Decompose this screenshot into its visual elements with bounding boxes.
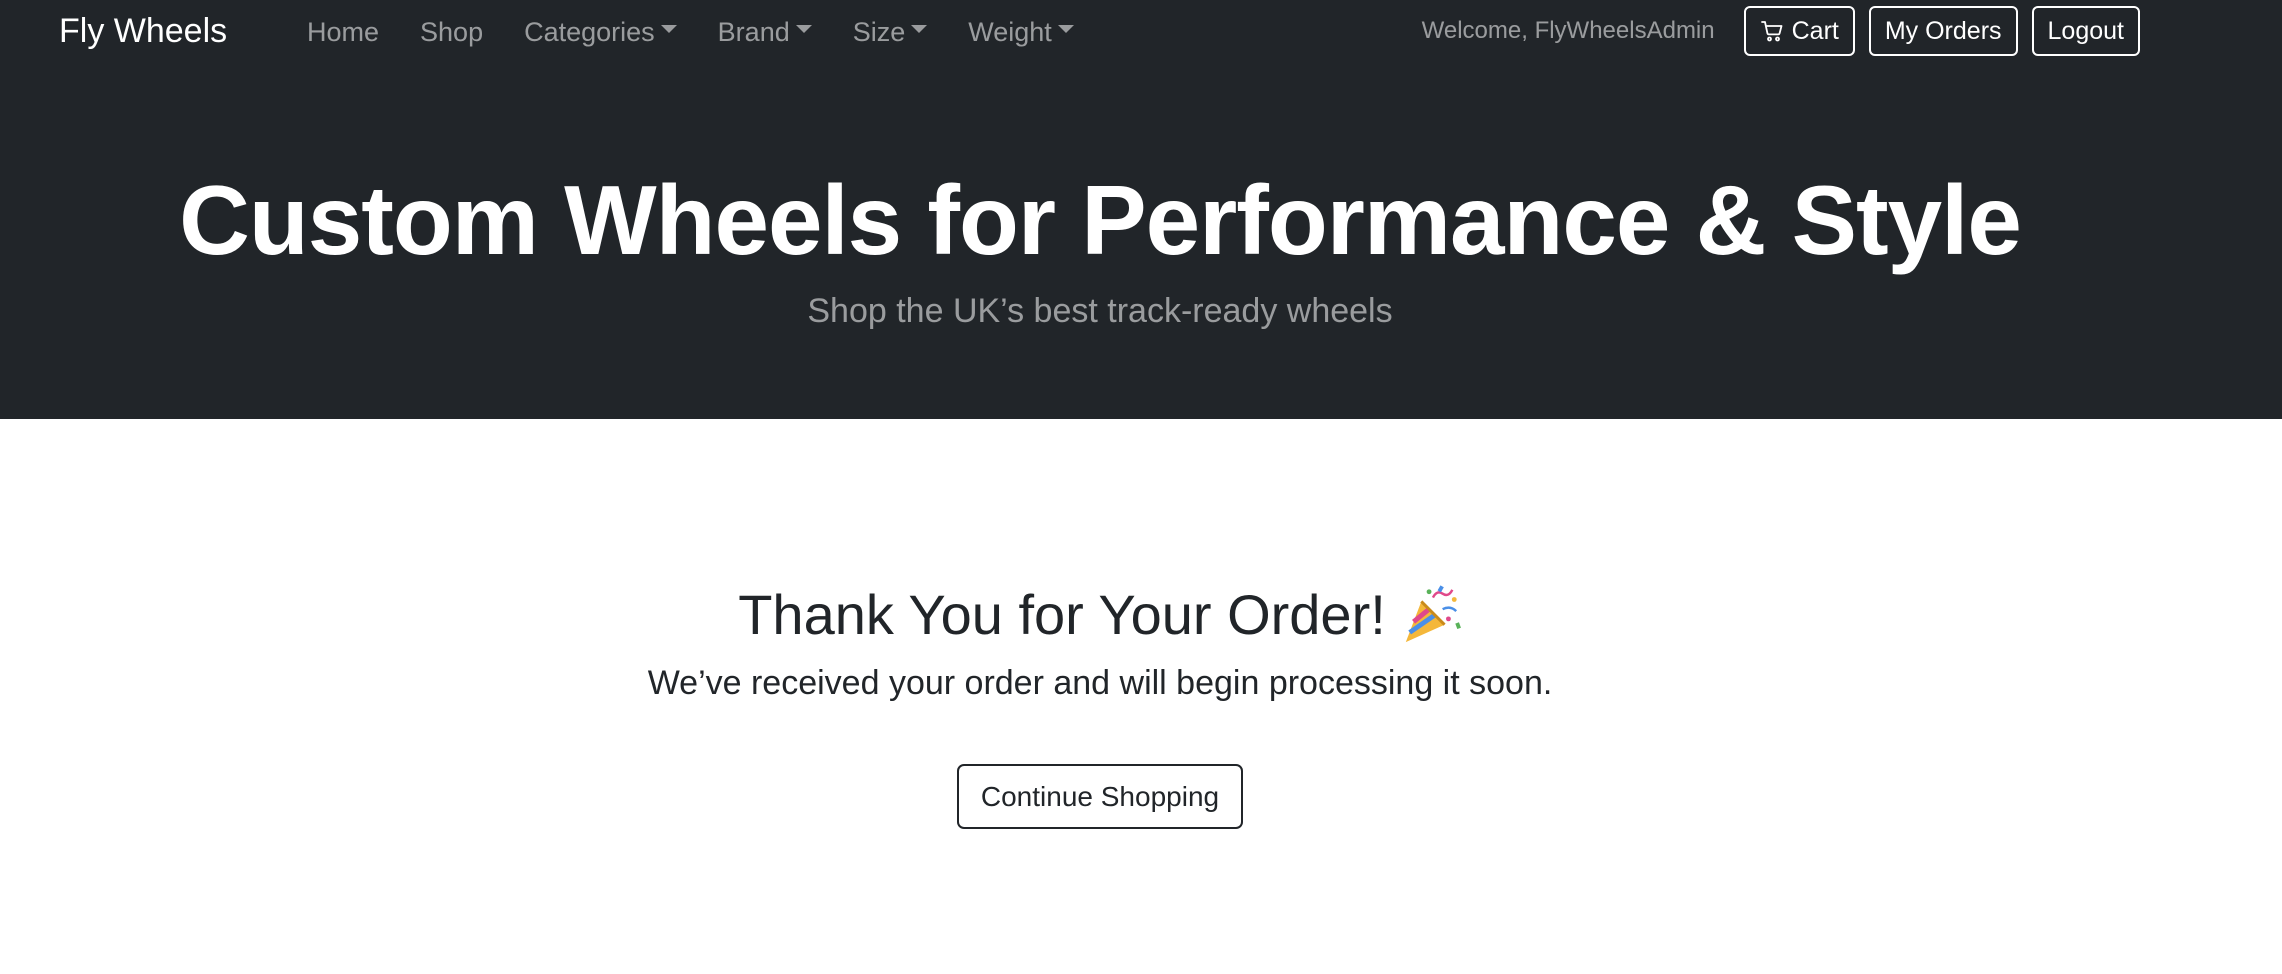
- caret-down-icon: [660, 25, 677, 33]
- nav-size-dropdown[interactable]: Size: [853, 13, 928, 51]
- caret-down-icon: [911, 25, 928, 33]
- nav-home[interactable]: Home: [307, 13, 379, 51]
- party-popper-icon: [1405, 585, 1461, 643]
- welcome-text: Welcome, FlyWheelsAdmin: [1421, 17, 1715, 44]
- nav-shop[interactable]: Shop: [420, 13, 483, 51]
- confirmation-message: We’ve received your order and will begin…: [647, 664, 1553, 702]
- navbar: Fly Wheels Home Shop Categories Brand Si…: [0, 0, 2282, 62]
- nav-brand-dropdown[interactable]: Brand: [718, 13, 812, 51]
- header-section: Fly Wheels Home Shop Categories Brand Si…: [0, 0, 2282, 419]
- cart-label: Cart: [1791, 16, 1839, 45]
- order-confirmation: Thank You for Your Order! We’ve received…: [0, 419, 2200, 974]
- confirmation-heading: Thank You for Your Order!: [0, 581, 2200, 649]
- hero-subtitle: Shop the UK’s best track-ready wheels: [807, 292, 1393, 330]
- logout-label: Logout: [2047, 16, 2124, 45]
- cart-icon: [1760, 21, 1783, 42]
- nav-links: Home Shop Categories Brand Size Weight: [307, 12, 1115, 52]
- hero-title: Custom Wheels for Performance & Style: [179, 165, 2022, 275]
- nav-categories-label: Categories: [524, 17, 655, 47]
- nav-categories-dropdown[interactable]: Categories: [524, 13, 677, 51]
- my-orders-label: My Orders: [1884, 16, 2002, 45]
- caret-down-icon: [1057, 25, 1074, 33]
- nav-weight-label: Weight: [968, 17, 1052, 47]
- cart-button[interactable]: Cart: [1743, 6, 1855, 56]
- continue-shopping-button[interactable]: Continue Shopping: [957, 764, 1243, 829]
- confirmation-title: Thank You for Your Order!: [738, 583, 1386, 646]
- brand-logo[interactable]: Fly Wheels: [59, 10, 227, 52]
- nav-user-area: Welcome, FlyWheelsAdmin Cart My Orders L…: [1422, 6, 2140, 56]
- nav-weight-dropdown[interactable]: Weight: [968, 13, 1074, 51]
- caret-down-icon: [795, 25, 812, 33]
- my-orders-button[interactable]: My Orders: [1868, 6, 2018, 56]
- nav-shop-label: Shop: [420, 17, 484, 47]
- nav-size-label: Size: [852, 17, 906, 47]
- continue-shopping-label: Continue Shopping: [980, 780, 1220, 812]
- logout-button[interactable]: Logout: [2031, 6, 2140, 56]
- nav-home-label: Home: [307, 17, 380, 47]
- nav-brand-label: Brand: [717, 17, 790, 47]
